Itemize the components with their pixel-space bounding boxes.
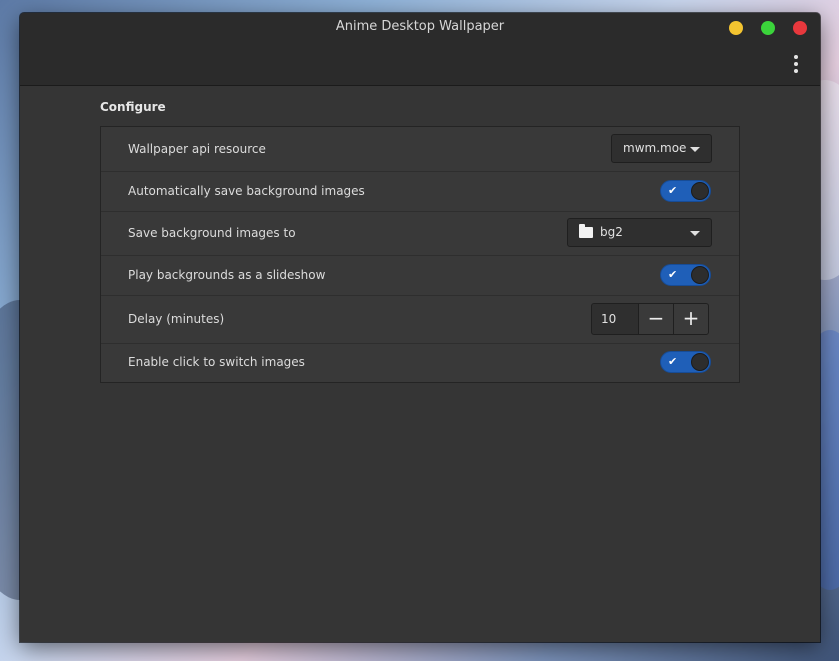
api-resource-dropdown[interactable]: mwm.moe (611, 134, 712, 163)
row-label: Delay (minutes) (128, 312, 225, 326)
chevron-down-icon (690, 231, 700, 236)
increment-button[interactable]: + (673, 303, 709, 335)
vertical-ellipsis-icon (794, 62, 798, 66)
app-menu-button[interactable] (786, 53, 806, 75)
row-label: Save background images to (128, 226, 296, 240)
checkmark-icon: ✔ (668, 355, 678, 368)
toggle-knob (691, 266, 709, 284)
toggle-knob (691, 353, 709, 371)
row-label: Enable click to switch images (128, 355, 305, 369)
header-bar: Anime Desktop Wallpaper (20, 13, 820, 86)
settings-row-click-switch: Enable click to switch images ✔ (101, 343, 739, 381)
delay-spinbutton: 10 − + (591, 303, 712, 335)
settings-row-save-folder: Save background images to bg2 (101, 211, 739, 256)
close-button[interactable] (793, 21, 807, 35)
maximize-button[interactable] (761, 21, 775, 35)
section-title: Configure (100, 100, 166, 114)
minimize-button[interactable] (729, 21, 743, 35)
delay-input[interactable]: 10 (591, 303, 639, 335)
folder-name: bg2 (600, 225, 623, 239)
row-label: Play backgrounds as a slideshow (128, 268, 326, 282)
vertical-ellipsis-icon (794, 69, 798, 73)
dropdown-value: mwm.moe (623, 141, 687, 155)
chevron-down-icon (690, 147, 700, 152)
checkmark-icon: ✔ (668, 268, 678, 281)
slideshow-toggle[interactable]: ✔ (660, 264, 711, 286)
folder-icon (579, 224, 593, 238)
save-folder-chooser[interactable]: bg2 (567, 218, 712, 247)
auto-save-toggle[interactable]: ✔ (660, 180, 711, 202)
row-label: Wallpaper api resource (128, 142, 266, 156)
settings-list: Wallpaper api resource mwm.moe Automatic… (100, 126, 740, 383)
click-switch-toggle[interactable]: ✔ (660, 351, 711, 373)
settings-row-auto-save: Automatically save background images ✔ (101, 171, 739, 212)
row-label: Automatically save background images (128, 184, 365, 198)
checkmark-icon: ✔ (668, 184, 678, 197)
toggle-knob (691, 182, 709, 200)
window-title: Anime Desktop Wallpaper (335, 19, 505, 34)
settings-row-slideshow: Play backgrounds as a slideshow ✔ (101, 255, 739, 296)
settings-row-delay: Delay (minutes) 10 − + (101, 295, 739, 344)
vertical-ellipsis-icon (794, 55, 798, 59)
app-window: Anime Desktop Wallpaper Configure Wallpa… (20, 13, 820, 642)
settings-row-api-resource: Wallpaper api resource mwm.moe (101, 127, 739, 172)
decrement-button[interactable]: − (638, 303, 674, 335)
